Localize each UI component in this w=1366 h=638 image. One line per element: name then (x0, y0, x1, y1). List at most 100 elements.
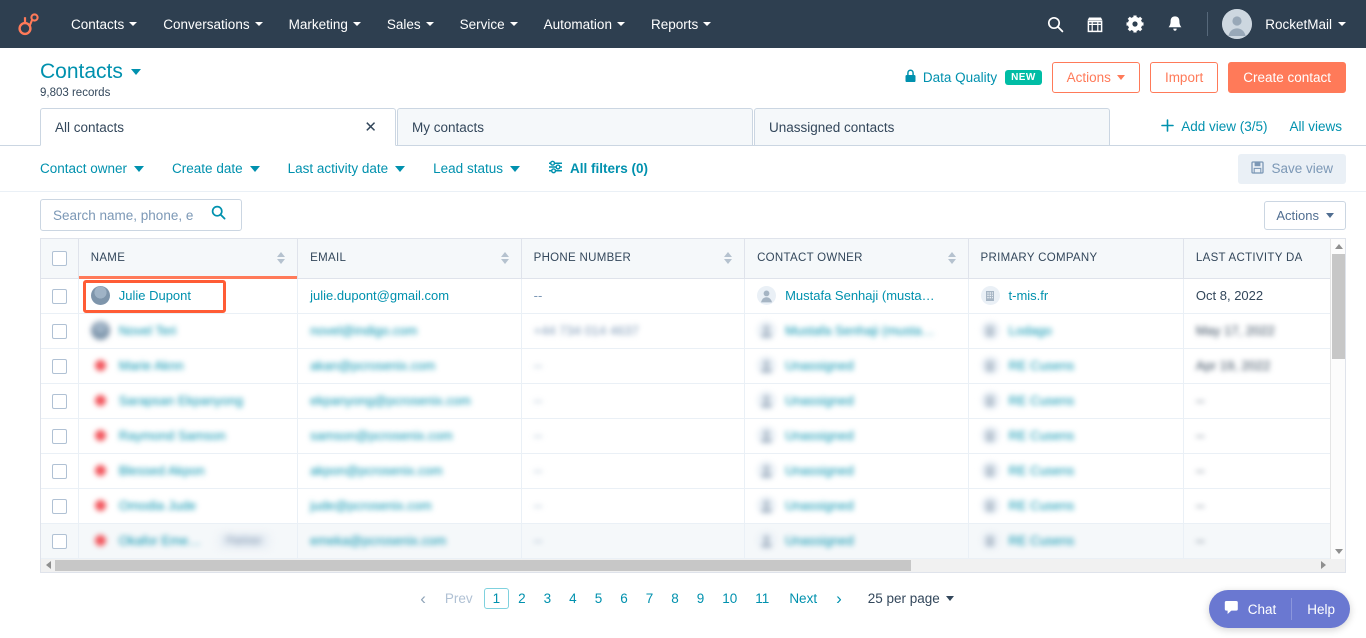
contact-name-link[interactable]: Julie Dupont (119, 288, 191, 303)
page-number-6[interactable]: 6 (611, 588, 637, 609)
sort-icon[interactable] (500, 252, 509, 265)
sort-icon[interactable] (724, 252, 733, 265)
cell-owner[interactable]: Unassigned (744, 523, 969, 559)
cell-company[interactable]: RE Cusens (968, 453, 1184, 489)
contact-name-link[interactable]: Sarapsan Ekpanyong (119, 393, 243, 408)
table-horizontal-scrollbar[interactable] (40, 558, 1346, 573)
account-menu[interactable]: RocketMail (1256, 17, 1350, 32)
company-link[interactable]: RE Cusens (1009, 533, 1075, 548)
page-number-10[interactable]: 10 (713, 588, 746, 609)
all-filters-button[interactable]: All filters (0) (548, 160, 648, 177)
cell-owner[interactable]: Mustafa Senhaji (musta… (744, 278, 969, 314)
notifications-bell-icon[interactable] (1157, 6, 1193, 42)
cell-owner[interactable]: Unassigned (744, 348, 969, 384)
contact-owner-link[interactable]: Mustafa Senhaji (musta… (785, 323, 935, 338)
cell-name[interactable]: Blessed Akpon (78, 453, 299, 489)
tab-my-contacts[interactable]: My contacts (397, 108, 753, 145)
cell-owner[interactable]: Unassigned (744, 418, 969, 454)
column-header-name[interactable]: NAME (78, 239, 299, 279)
filter-last-activity-date[interactable]: Last activity date (288, 161, 406, 176)
company-link[interactable]: RE Cusens (1009, 428, 1075, 443)
sort-icon[interactable] (947, 252, 956, 265)
row-checkbox[interactable] (51, 288, 67, 304)
cell-email[interactable]: ekpanyong@pcrosenix.com (297, 383, 522, 419)
filter-contact-owner[interactable]: Contact owner (40, 161, 145, 176)
vertical-scroll-thumb[interactable] (1332, 254, 1345, 359)
scroll-left-icon[interactable] (41, 559, 55, 571)
create-contact-button[interactable]: Create contact (1228, 62, 1346, 93)
cell-name[interactable]: Sarapsan Ekpanyong (78, 383, 299, 419)
column-header-contact-owner[interactable]: CONTACT OWNER (744, 239, 969, 279)
search-icon[interactable] (211, 205, 226, 225)
contact-owner-link[interactable]: Unassigned (785, 428, 854, 443)
tab-unassigned-contacts[interactable]: Unassigned contacts (754, 108, 1110, 145)
prev-chevron-icon[interactable]: ‹ (412, 589, 434, 609)
row-checkbox[interactable] (51, 323, 67, 339)
column-header-primary-company[interactable]: PRIMARY COMPANY (968, 239, 1184, 279)
cell-email[interactable]: julie.dupont@gmail.com (297, 278, 522, 314)
contact-name-link[interactable]: Omodia Jude (119, 498, 196, 513)
tab-all-contacts[interactable]: All contacts ✕ (40, 108, 396, 146)
page-title[interactable]: Contacts (40, 60, 141, 83)
nav-item-conversations[interactable]: Conversations (150, 0, 275, 48)
sort-icon[interactable] (277, 252, 286, 265)
nav-item-automation[interactable]: Automation (531, 0, 638, 48)
table-row[interactable]: Sarapsan Ekpanyong ekpanyong@pcrosenix.co… (41, 383, 1346, 419)
filter-create-date[interactable]: Create date (172, 161, 260, 176)
company-link[interactable]: RE Cusens (1009, 498, 1075, 513)
contact-owner-link[interactable]: Unassigned (785, 358, 854, 373)
table-row[interactable]: Okafor Eme… Partner emeka@pcrosenix.com -- U… (41, 523, 1346, 559)
select-all-checkbox[interactable] (51, 250, 67, 266)
company-link[interactable]: Lodago (1009, 323, 1052, 338)
avatar[interactable] (1222, 9, 1253, 39)
column-header-last-activity-date[interactable]: LAST ACTIVITY DA (1183, 239, 1346, 279)
page-number-11[interactable]: 11 (746, 588, 778, 609)
column-header-phone-number[interactable]: PHONE NUMBER (521, 239, 746, 279)
next-chevron-icon[interactable]: › (828, 589, 850, 609)
cell-email[interactable]: jude@pcrosenix.com (297, 488, 522, 524)
cell-name[interactable]: Okafor Eme… Partner (78, 523, 299, 559)
cell-email[interactable]: samson@pcrosenix.com (297, 418, 522, 454)
search-box[interactable] (40, 199, 242, 231)
import-button[interactable]: Import (1149, 62, 1219, 93)
cell-owner[interactable]: Mustafa Senhaji (musta… (744, 313, 969, 349)
per-page-selector[interactable]: 25 per page (868, 591, 954, 606)
cell-company[interactable]: RE Cusens (968, 488, 1184, 524)
company-link[interactable]: RE Cusens (1009, 393, 1075, 408)
cell-email[interactable]: novel@indigo.com (297, 313, 522, 349)
chat-button[interactable]: Chat (1209, 590, 1292, 628)
contact-owner-link[interactable]: Unassigned (785, 498, 854, 513)
cell-owner[interactable]: Unassigned (744, 383, 969, 419)
page-number-7[interactable]: 7 (637, 588, 663, 609)
nav-item-contacts[interactable]: Contacts (58, 0, 150, 48)
row-checkbox[interactable] (51, 498, 67, 514)
hubspot-sprocket-logo[interactable] (14, 9, 44, 39)
row-checkbox[interactable] (51, 358, 67, 374)
cell-email[interactable]: akpon@pcrosenix.com (297, 453, 522, 489)
all-views-link[interactable]: All views (1289, 119, 1342, 134)
contact-name-link[interactable]: Blessed Akpon (119, 463, 205, 478)
cell-name[interactable]: Novel Teri (78, 313, 299, 349)
help-button[interactable]: Help (1292, 590, 1350, 628)
page-number-5[interactable]: 5 (586, 588, 612, 609)
search-input[interactable] (51, 206, 211, 224)
next-page-button[interactable]: Next (780, 588, 826, 609)
page-number-9[interactable]: 9 (688, 588, 714, 609)
page-number-2[interactable]: 2 (509, 588, 535, 609)
nav-item-marketing[interactable]: Marketing (276, 0, 374, 48)
table-row[interactable]: Julie Dupont julie.dupont@gmail.com -- Must… (41, 278, 1346, 314)
save-view-button[interactable]: Save view (1238, 153, 1346, 184)
actions-button[interactable]: Actions (1051, 62, 1140, 93)
filter-lead-status[interactable]: Lead status (433, 161, 520, 176)
cell-company[interactable]: Lodago (968, 313, 1184, 349)
table-row[interactable]: Novel Teri novel@indigo.com +44 734 014 46… (41, 313, 1346, 349)
page-number-4[interactable]: 4 (560, 588, 586, 609)
contact-name-link[interactable]: Raymond Samson (119, 428, 226, 443)
scroll-up-icon[interactable] (1331, 239, 1346, 254)
cell-name[interactable]: Marie Aknn (78, 348, 299, 384)
column-header-email[interactable]: EMAIL (297, 239, 522, 279)
cell-company[interactable]: RE Cusens (968, 418, 1184, 454)
cell-company[interactable]: RE Cusens (968, 348, 1184, 384)
close-icon[interactable]: ✕ (360, 118, 381, 137)
row-checkbox[interactable] (51, 428, 67, 444)
